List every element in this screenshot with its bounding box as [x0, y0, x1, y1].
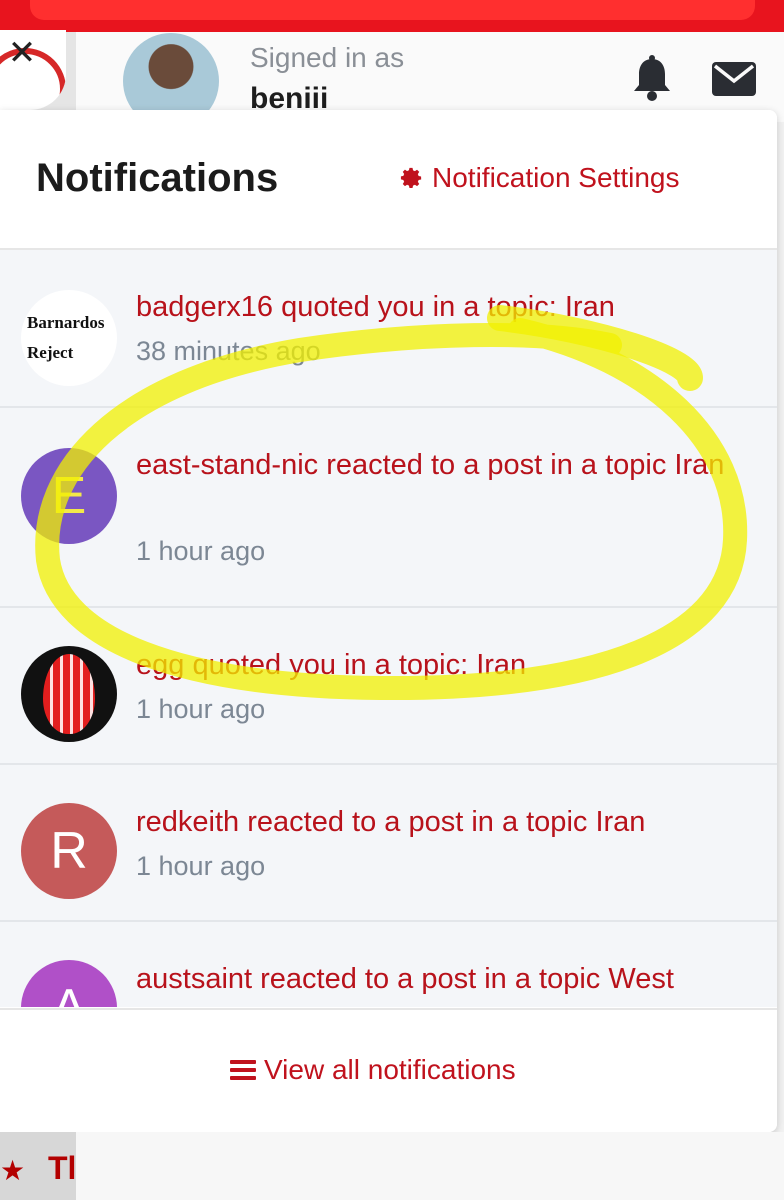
page-below-panel: ★ Tl: [0, 1132, 784, 1200]
avatar-letter: A: [52, 978, 87, 1007]
notification-list: Barnardos Reject badgerx16 quoted you in…: [0, 250, 777, 1007]
avatar: Barnardos Reject: [21, 290, 117, 386]
notification-text[interactable]: redkeith reacted to a post in a topic Ir…: [136, 801, 756, 843]
view-all-notifications-link[interactable]: View all notifications: [230, 1054, 516, 1086]
notification-time: 1 hour ago: [136, 694, 266, 724]
gear-icon: [400, 167, 422, 188]
avatar-text: Barnardos Reject: [27, 313, 105, 362]
list-icon: [230, 1060, 256, 1080]
star-icon: ★: [0, 1155, 26, 1186]
list-item[interactable]: R redkeith reacted to a post in a topic …: [0, 765, 777, 922]
notification-time: 1 hour ago: [136, 536, 266, 566]
avatar: [21, 646, 117, 742]
list-item[interactable]: egg quoted you in a topic: Iran 1 hour a…: [0, 608, 777, 765]
signed-in-label: Signed in as: [250, 42, 405, 73]
notification-time: 1 hour ago: [136, 851, 266, 881]
avatar: E: [21, 448, 117, 544]
view-all-label: View all notifications: [264, 1054, 516, 1085]
notification-text[interactable]: badgerx16 quoted you in a topic: Iran: [136, 286, 756, 328]
notification-settings-link[interactable]: Notification Settings: [398, 162, 679, 194]
partial-heading: Tl: [48, 1150, 77, 1186]
notification-text[interactable]: egg quoted you in a topic: Iran: [136, 644, 756, 686]
egg-image: [43, 654, 95, 734]
list-item[interactable]: Barnardos Reject badgerx16 quoted you in…: [0, 250, 777, 408]
avatar-letter: E: [51, 467, 87, 525]
notifications-panel: Notifications Notification Settings Barn…: [0, 110, 777, 1132]
panel-footer: View all notifications: [0, 1008, 777, 1132]
bell-icon[interactable]: [630, 55, 674, 101]
avatar-letter: R: [50, 822, 88, 880]
notification-text[interactable]: austsaint reacted to a post in a topic W…: [136, 958, 756, 1000]
list-item[interactable]: E east-stand-nic reacted to a post in a …: [0, 408, 777, 608]
panel-header: Notifications Notification Settings: [0, 110, 777, 250]
notification-settings-label: Notification Settings: [432, 162, 680, 193]
avatar: R: [21, 803, 117, 899]
avatar: A: [21, 960, 117, 1007]
close-button[interactable]: ✕: [5, 36, 39, 71]
list-item[interactable]: A austsaint reacted to a post in a topic…: [0, 922, 777, 1007]
mail-icon[interactable]: [712, 62, 756, 96]
notification-time: 38 minutes ago: [136, 336, 321, 366]
notification-text[interactable]: east-stand-nic reacted to a post in a to…: [136, 444, 756, 486]
panel-title: Notifications: [36, 156, 279, 200]
top-search-pill[interactable]: [30, 0, 755, 20]
